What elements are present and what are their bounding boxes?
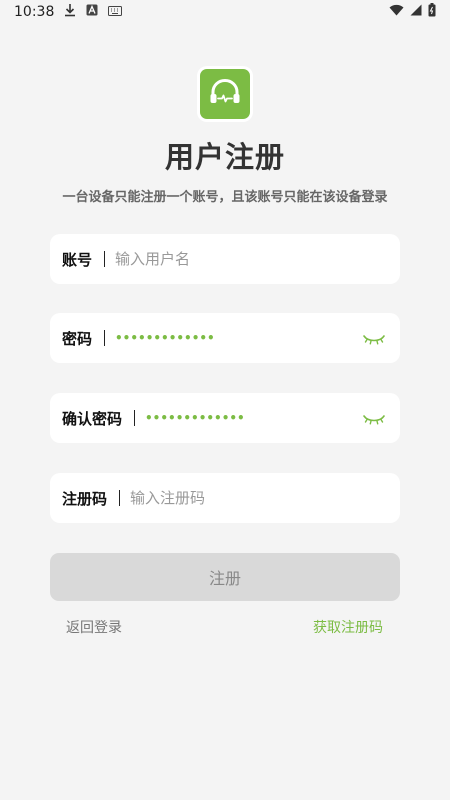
reg-code-label: 注册码: [62, 489, 108, 508]
confirm-password-field[interactable]: 确认密码 •••••••••••••: [50, 393, 400, 443]
field-divider: [104, 251, 106, 267]
wifi-icon: [389, 4, 404, 20]
page-title: 用户注册: [164, 140, 285, 174]
field-divider: [104, 330, 106, 346]
password-field[interactable]: 密码 •••••••••••••: [50, 313, 400, 363]
account-field[interactable]: 账号: [50, 234, 400, 284]
reg-code-input[interactable]: [130, 489, 388, 507]
eye-closed-icon[interactable]: [362, 331, 386, 345]
confirm-password-label: 确认密码: [62, 409, 123, 428]
get-reg-code-link[interactable]: 获取注册码: [313, 617, 383, 637]
download-icon: [64, 3, 76, 21]
app-logo: [200, 69, 250, 119]
back-to-login-link[interactable]: 返回登录: [66, 617, 122, 637]
keyboard-icon: [108, 5, 123, 20]
page-subtitle: 一台设备只能注册一个账号，且该账号只能在该设备登录: [62, 190, 388, 205]
field-divider: [134, 410, 136, 426]
status-right: [389, 3, 436, 21]
register-button[interactable]: 注册: [50, 553, 400, 601]
clock: 10:38: [14, 4, 55, 20]
eye-closed-icon[interactable]: [362, 411, 386, 425]
signal-icon: [410, 4, 422, 20]
confirm-password-input[interactable]: •••••••••••••: [145, 411, 362, 425]
headphones-icon: [207, 76, 243, 112]
reg-code-field[interactable]: 注册码: [50, 473, 400, 523]
password-label: 密码: [62, 329, 93, 348]
password-input[interactable]: •••••••••••••: [115, 331, 362, 345]
status-bar: 10:38: [0, 0, 450, 24]
username-input[interactable]: [115, 250, 388, 268]
a-icon: [86, 4, 98, 20]
field-divider: [119, 490, 121, 506]
account-label: 账号: [62, 250, 93, 269]
battery-icon: [428, 3, 436, 21]
status-left: 10:38: [14, 3, 123, 21]
